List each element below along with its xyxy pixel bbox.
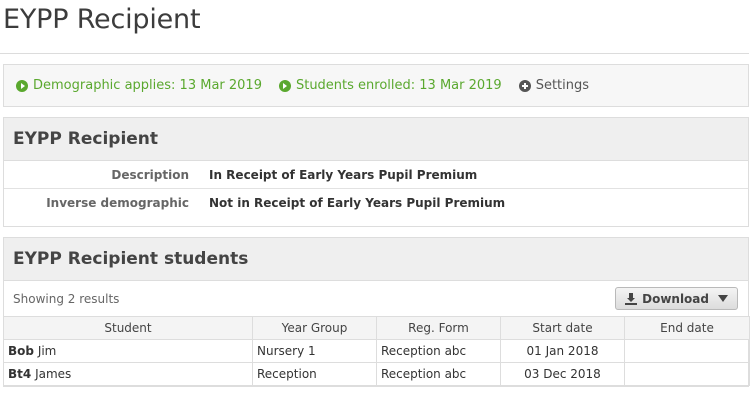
detail-value: In Receipt of Early Years Pupil Premium — [209, 167, 478, 182]
plus-circle-icon — [518, 79, 531, 92]
table-header-row: Student Year Group Reg. Form Start date … — [3, 316, 750, 340]
column-header-end-date[interactable]: End date — [624, 316, 750, 340]
end-date-cell — [624, 362, 750, 386]
demographic-applies-label: Demographic applies: 13 Mar 2019 — [33, 78, 262, 93]
play-circle-icon — [16, 79, 28, 92]
detail-label: Description — [111, 167, 189, 182]
column-header-student[interactable]: Student — [3, 316, 253, 340]
student-surname: Bob — [8, 344, 34, 358]
students-enrolled-label: Students enrolled: 13 Mar 2019 — [295, 78, 502, 93]
student-forename: James — [35, 367, 72, 381]
end-date-cell — [624, 339, 750, 363]
detail-value: Not in Receipt of Early Years Pupil Prem… — [209, 196, 506, 210]
student-cell[interactable]: Bob Jim — [3, 339, 253, 363]
column-header-start-date[interactable]: Start date — [500, 316, 625, 340]
reg-form-cell: Reception abc — [376, 339, 501, 363]
play-circle-icon — [278, 79, 291, 92]
detail-row-inverse-demographic: Inverse demographic Not in Receipt of Ea… — [4, 189, 748, 217]
year-group-cell: Reception — [252, 362, 377, 386]
student-forename: Jim — [37, 344, 57, 358]
students-enrolled-link[interactable]: Students enrolled: 13 Mar 2019 — [278, 78, 502, 93]
download-icon — [625, 292, 638, 305]
details-panel-header: EYPP Recipient — [4, 118, 748, 161]
details-panel: EYPP Recipient Description In Receipt of… — [3, 117, 749, 227]
student-surname: Bt4 — [8, 367, 32, 381]
reg-form-cell: Reception abc — [376, 362, 501, 386]
title-divider — [0, 53, 749, 54]
year-group-cell: Nursery 1 — [252, 339, 377, 363]
student-cell[interactable]: Bt4 James — [3, 362, 253, 386]
students-table: Student Year Group Reg. Form Start date … — [3, 316, 750, 386]
demographic-applies-link[interactable]: Demographic applies: 13 Mar 2019 — [16, 78, 262, 93]
students-panel-header: EYPP Recipient students — [4, 238, 748, 281]
table-row[interactable]: Bob Jim Nursery 1 Reception abc 01 Jan 2… — [3, 339, 750, 363]
download-label: Download — [642, 291, 709, 306]
results-count: Showing 2 results — [13, 291, 120, 306]
detail-label: Inverse demographic — [46, 196, 189, 210]
start-date-cell: 01 Jan 2018 — [500, 339, 625, 363]
settings-label: Settings — [535, 78, 590, 93]
download-button[interactable]: Download — [615, 287, 738, 310]
detail-row-description: Description In Receipt of Early Years Pu… — [4, 161, 748, 189]
start-date-cell: 03 Dec 2018 — [500, 362, 625, 386]
caret-down-icon — [718, 295, 728, 302]
table-row[interactable]: Bt4 James Reception Reception abc 03 Dec… — [3, 362, 750, 386]
students-toolbar: Showing 2 results Download — [4, 281, 748, 316]
info-bar: Demographic applies: 13 Mar 2019 Student… — [3, 64, 749, 107]
column-header-reg-form[interactable]: Reg. Form — [376, 316, 501, 340]
page-title: EYPP Recipient — [3, 4, 201, 35]
column-header-year-group[interactable]: Year Group — [252, 316, 377, 340]
students-panel: EYPP Recipient students Showing 2 result… — [3, 237, 750, 387]
settings-link[interactable]: Settings — [518, 78, 590, 93]
